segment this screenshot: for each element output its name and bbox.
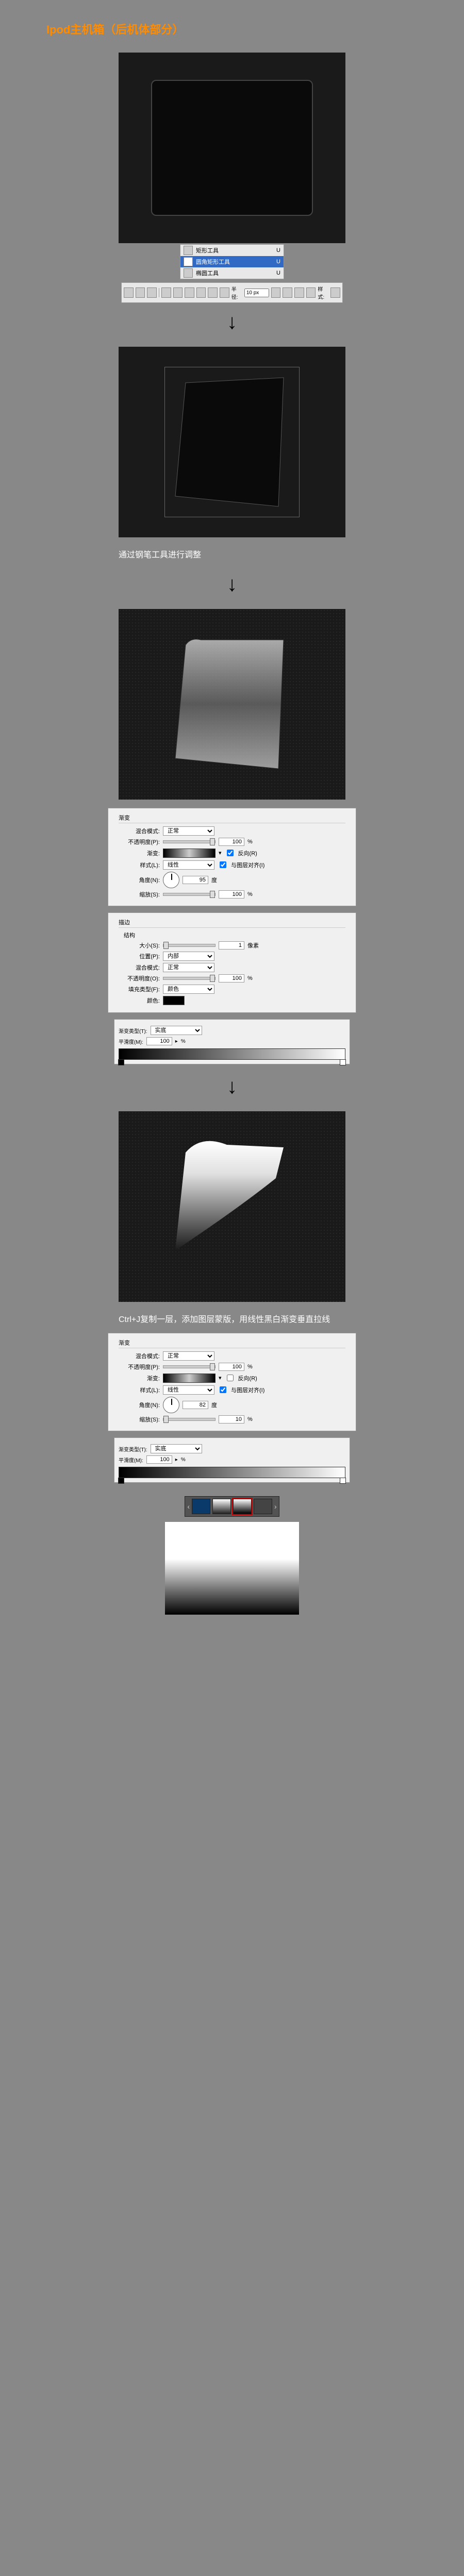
gradient-ramp[interactable] — [119, 1048, 345, 1060]
angle-dial[interactable] — [163, 1397, 179, 1413]
ellipse-icon — [184, 268, 193, 278]
mask-gradient-preview — [165, 1522, 299, 1615]
opacity-slider[interactable] — [163, 840, 216, 843]
angle-input[interactable] — [183, 876, 208, 884]
layer-thumb[interactable] — [192, 1499, 210, 1514]
gradient-editor: 渐变类型(T):实底 平滑度(M):▸% — [114, 1019, 350, 1064]
subtract-icon[interactable] — [283, 287, 292, 298]
dropdown-icon[interactable]: ▸ — [175, 1457, 178, 1463]
tool-rounded-rectangle[interactable]: 圆角矩形工具U — [180, 256, 284, 267]
canvas-curl — [119, 1111, 345, 1302]
layers-panel-strip: ‹ › — [185, 1496, 279, 1517]
scale-slider[interactable] — [163, 893, 216, 896]
opacity-input[interactable] — [219, 1363, 244, 1371]
style-swatch-icon[interactable] — [330, 287, 340, 298]
gradient-preview[interactable] — [163, 1374, 216, 1383]
canvas-rounded-rect — [119, 53, 345, 243]
tool-rectangle[interactable]: 矩形工具U — [180, 245, 284, 256]
shape-layers-icon[interactable] — [124, 287, 134, 298]
polygon-mode-icon[interactable] — [196, 287, 206, 298]
chevron-right-icon[interactable]: › — [274, 1502, 277, 1511]
rect-mode-icon[interactable] — [161, 287, 171, 298]
opacity-slider[interactable] — [163, 1365, 216, 1368]
stroke-blend-select[interactable]: 正常 — [163, 963, 214, 972]
rounded-rect-shape — [151, 80, 313, 216]
line-mode-icon[interactable] — [208, 287, 218, 298]
grad-style-select[interactable]: 线性 — [163, 860, 214, 870]
gradient-editor-2: 渐变类型(T):实底 平滑度(M):▸% — [114, 1437, 350, 1483]
rectangle-icon — [184, 246, 193, 255]
rrect-mode-icon[interactable] — [173, 287, 183, 298]
caption-copy: Ctrl+J复制一层，添加图层蒙版，用线性黑白渐变垂直拉线 — [119, 1312, 345, 1325]
dropdown-icon[interactable]: ▾ — [219, 1375, 222, 1381]
angle-input[interactable] — [183, 1401, 208, 1409]
radius-input[interactable] — [244, 289, 269, 297]
intersect-icon[interactable] — [294, 287, 304, 298]
combine-icon[interactable] — [271, 287, 281, 298]
ellipse-mode-icon[interactable] — [185, 287, 194, 298]
arrow-down-icon: ↓ — [227, 1075, 237, 1098]
exclude-icon[interactable] — [306, 287, 316, 298]
grad-style-select[interactable]: 线性 — [163, 1385, 214, 1395]
gradient-preview[interactable] — [163, 849, 216, 858]
position-select[interactable]: 内部 — [163, 952, 214, 961]
shape-tool-flyout[interactable]: 矩形工具U 圆角矩形工具U 椭圆工具U — [180, 244, 284, 279]
chevron-left-icon[interactable]: ‹ — [187, 1502, 190, 1511]
arrow-down-icon: ↓ — [227, 573, 237, 596]
custom-shape-icon[interactable] — [220, 287, 229, 298]
reverse-checkbox[interactable] — [227, 850, 234, 856]
layer-thumb[interactable] — [254, 1499, 272, 1514]
scale-input[interactable] — [219, 890, 244, 899]
size-slider[interactable] — [163, 944, 216, 947]
style-label: 样式: — [318, 285, 328, 300]
pen-path-shape — [164, 367, 300, 517]
fill-pixels-icon[interactable] — [147, 287, 157, 298]
fill-type-select[interactable]: 颜色 — [163, 985, 214, 994]
blend-mode-select[interactable]: 正常 — [163, 826, 214, 836]
size-input[interactable] — [219, 941, 244, 950]
gradient-overlay-dialog: 渐变 混合模式:正常 不透明度(P):% 渐变:▾反向(R) 样式(L):线性与… — [108, 808, 356, 906]
arrow-down-icon: ↓ — [227, 311, 237, 334]
align-checkbox[interactable] — [220, 1386, 226, 1393]
canvas-glass — [119, 609, 345, 800]
caption-pen: 通过钢笔工具进行调整 — [119, 548, 345, 560]
layer-thumb[interactable] — [212, 1499, 231, 1514]
grad-type-select[interactable]: 实底 — [151, 1026, 202, 1035]
dropdown-icon[interactable]: ▾ — [219, 850, 222, 856]
stroke-opacity-input[interactable] — [219, 974, 244, 982]
grad-type-select[interactable]: 实底 — [151, 1444, 202, 1453]
smooth-input[interactable] — [146, 1455, 172, 1464]
scale-slider[interactable] — [163, 1418, 216, 1421]
tool-ellipse[interactable]: 椭圆工具U — [180, 267, 284, 279]
paths-icon[interactable] — [136, 287, 145, 298]
layer-mask-thumb[interactable] — [233, 1499, 252, 1514]
reverse-checkbox[interactable] — [227, 1375, 234, 1381]
section-label: 描边 — [119, 918, 345, 928]
page-title: Ipod主机箱（后机体部分） — [46, 21, 184, 37]
glass-shape — [165, 630, 299, 779]
color-swatch[interactable] — [163, 996, 185, 1005]
dropdown-icon[interactable]: ▸ — [175, 1039, 178, 1044]
scale-input[interactable] — [219, 1415, 244, 1423]
stroke-dialog: 描边 结构 大小(S):像素 位置(P):内部 混合模式:正常 不透明度(O):… — [108, 912, 356, 1013]
align-checkbox[interactable] — [220, 861, 226, 868]
rounded-rectangle-icon — [184, 257, 193, 266]
options-bar: 半径: 样式: — [121, 282, 343, 303]
curl-shape — [160, 1132, 304, 1281]
canvas-pen-adjusted — [119, 347, 345, 537]
blend-mode-select[interactable]: 正常 — [163, 1351, 214, 1361]
gradient-overlay-dialog-2: 渐变 混合模式:正常 不透明度(P):% 渐变:▾反向(R) 样式(L):线性与… — [108, 1333, 356, 1431]
radius-label: 半径: — [231, 285, 242, 300]
smooth-input[interactable] — [146, 1037, 172, 1045]
opacity-input[interactable] — [219, 838, 244, 846]
stroke-opacity-slider[interactable] — [163, 977, 216, 980]
section-label: 渐变 — [119, 1338, 345, 1348]
section-label: 渐变 — [119, 814, 345, 823]
gradient-ramp[interactable] — [119, 1467, 345, 1478]
angle-dial[interactable] — [163, 872, 179, 888]
